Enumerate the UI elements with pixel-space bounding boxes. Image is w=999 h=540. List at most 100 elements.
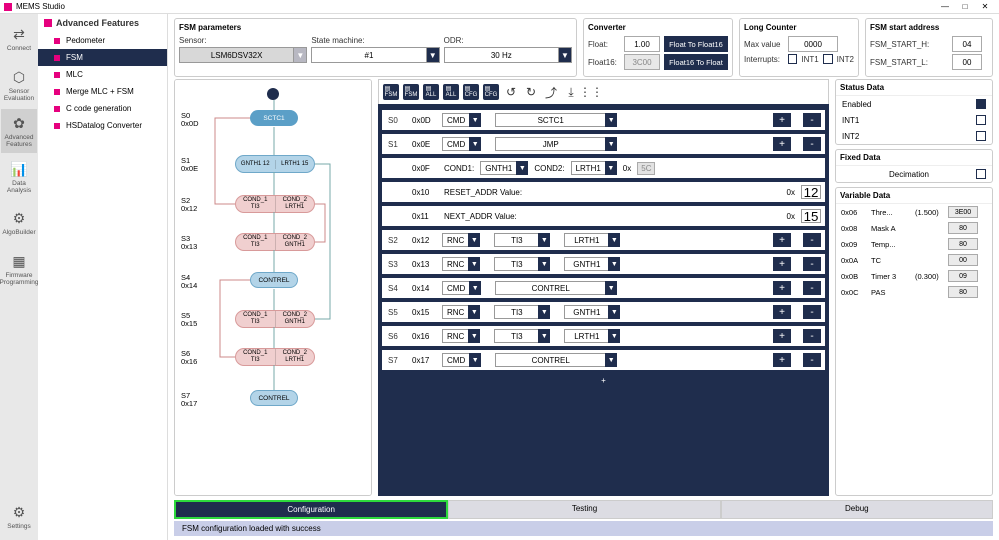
remove-button[interactable]: - bbox=[803, 257, 821, 271]
dropdown[interactable]: TI3▼ bbox=[494, 233, 550, 247]
dropdown[interactable]: RNC▼ bbox=[442, 233, 480, 247]
sidebar-item-mlc[interactable]: MLC bbox=[38, 66, 167, 83]
int2-checkbox[interactable] bbox=[823, 54, 833, 64]
flow-node[interactable]: CONTREL bbox=[250, 272, 298, 288]
sidebar-item-merge-mlc-fsm[interactable]: Merge MLC + FSM bbox=[38, 83, 167, 100]
flow-node[interactable]: COND_1 TI3COND_2 GNTH1 bbox=[235, 310, 315, 328]
status-checkbox[interactable] bbox=[976, 131, 986, 141]
dropdown[interactable]: RNC▼ bbox=[442, 305, 480, 319]
remove-button[interactable]: - bbox=[803, 353, 821, 367]
float16-to-float-button[interactable]: Float16 To Float bbox=[664, 54, 728, 70]
dropdown[interactable]: JMP▼ bbox=[495, 137, 617, 151]
rail-item-advanced-features[interactable]: ✿Advanced Features bbox=[1, 109, 37, 153]
dropdown[interactable]: LRTH1▼ bbox=[564, 233, 620, 247]
int1-checkbox[interactable] bbox=[788, 54, 798, 64]
dropdown[interactable]: TI3▼ bbox=[494, 329, 550, 343]
window-minimize-button[interactable]: — bbox=[935, 2, 955, 11]
add-button[interactable]: + bbox=[773, 137, 791, 151]
dropdown[interactable]: TI3▼ bbox=[494, 305, 550, 319]
remove-button[interactable]: - bbox=[803, 113, 821, 127]
sensor-select[interactable]: LSM6DSV32X ▼ bbox=[179, 47, 307, 63]
add-button[interactable]: + bbox=[773, 329, 791, 343]
add-button[interactable]: + bbox=[773, 353, 791, 367]
dropdown[interactable]: CONTREL▼ bbox=[495, 353, 617, 367]
dropdown[interactable]: RNC▼ bbox=[442, 257, 480, 271]
variable-value-input[interactable]: 3E00 bbox=[948, 206, 978, 218]
toolbar-button-8[interactable]: ⤴ bbox=[543, 84, 559, 100]
float-input[interactable] bbox=[624, 36, 660, 52]
odr-select[interactable]: 30 Hz ▼ bbox=[444, 47, 572, 63]
remove-button[interactable]: - bbox=[803, 305, 821, 319]
dropdown[interactable]: CMD▼ bbox=[442, 113, 481, 127]
state-machine-select[interactable]: #1 ▼ bbox=[311, 47, 439, 63]
float16-input[interactable] bbox=[624, 54, 660, 70]
toolbar-button-3[interactable]: ▤ALL bbox=[443, 84, 459, 100]
window-close-button[interactable]: ✕ bbox=[975, 2, 995, 11]
variable-value-input[interactable]: 00 bbox=[948, 254, 978, 266]
dropdown[interactable]: GNTH1▼ bbox=[480, 161, 528, 175]
add-button[interactable]: + bbox=[773, 257, 791, 271]
variable-value-input[interactable]: 80 bbox=[948, 286, 978, 298]
sidebar-item-pedometer[interactable]: Pedometer bbox=[38, 32, 167, 49]
dropdown[interactable]: RNC▼ bbox=[442, 329, 480, 343]
sidebar-item-fsm[interactable]: FSM bbox=[38, 49, 167, 66]
toolbar-button-7[interactable]: ↻ bbox=[523, 84, 539, 100]
addr-value-input[interactable] bbox=[801, 185, 821, 199]
add-button[interactable]: + bbox=[773, 305, 791, 319]
dropdown[interactable]: LRTH1▼ bbox=[571, 161, 617, 175]
tab-debug[interactable]: Debug bbox=[721, 500, 993, 519]
add-step-button[interactable]: + bbox=[382, 374, 825, 387]
add-button[interactable]: + bbox=[773, 113, 791, 127]
decimation-checkbox[interactable] bbox=[976, 169, 986, 179]
variable-value-input[interactable]: 80 bbox=[948, 238, 978, 250]
dropdown[interactable]: GNTH1▼ bbox=[564, 305, 620, 319]
flow-node[interactable]: COND_1 TI3COND_2 LRTH1 bbox=[235, 348, 315, 366]
tab-testing[interactable]: Testing bbox=[448, 500, 720, 519]
rail-item-connect[interactable]: ⇄Connect bbox=[1, 17, 37, 61]
add-button[interactable]: + bbox=[773, 233, 791, 247]
dropdown[interactable]: SCTC1▼ bbox=[495, 113, 617, 127]
variable-value-input[interactable]: 09 bbox=[948, 270, 978, 282]
dropdown[interactable]: TI3▼ bbox=[494, 257, 550, 271]
dropdown[interactable]: CONTREL▼ bbox=[495, 281, 617, 295]
flow-node[interactable]: COND_1 TI3COND_2 LRTH1 bbox=[235, 195, 315, 213]
dropdown[interactable]: CMD▼ bbox=[442, 137, 481, 151]
toolbar-button-4[interactable]: ▤CFG bbox=[463, 84, 479, 100]
window-maximize-button[interactable]: □ bbox=[955, 2, 975, 11]
remove-button[interactable]: - bbox=[803, 329, 821, 343]
start-h-input[interactable] bbox=[952, 36, 982, 52]
tab-configuration[interactable]: Configuration bbox=[174, 500, 448, 519]
flow-node[interactable]: CONTREL bbox=[250, 390, 298, 406]
dropdown[interactable]: GNTH1▼ bbox=[564, 257, 620, 271]
toolbar-button-5[interactable]: ▤CFG bbox=[483, 84, 499, 100]
status-checkbox[interactable] bbox=[976, 99, 986, 109]
sidebar-item-c-code-generation[interactable]: C code generation bbox=[38, 100, 167, 117]
remove-button[interactable]: - bbox=[803, 281, 821, 295]
status-checkbox[interactable] bbox=[976, 115, 986, 125]
dropdown[interactable]: CMD▼ bbox=[442, 353, 481, 367]
variable-value-input[interactable]: 80 bbox=[948, 222, 978, 234]
dropdown[interactable]: LRTH1▼ bbox=[564, 329, 620, 343]
remove-button[interactable]: - bbox=[803, 137, 821, 151]
rail-item-sensor-evaluation[interactable]: ⬡Sensor Evaluation bbox=[1, 63, 37, 107]
flow-node[interactable]: GNTH1 12LRTH1 15 bbox=[235, 155, 315, 173]
max-value-input[interactable] bbox=[788, 36, 838, 52]
flow-node[interactable]: COND_1 TI3COND_2 GNTH1 bbox=[235, 233, 315, 251]
toolbar-button-0[interactable]: ▤FSM bbox=[383, 84, 399, 100]
addr-value-input[interactable] bbox=[801, 209, 821, 223]
rail-item-algobuilder[interactable]: ⚙AlgoBuilder bbox=[1, 201, 37, 245]
rail-item-settings[interactable]: ⚙Settings bbox=[1, 495, 37, 539]
remove-button[interactable]: - bbox=[803, 233, 821, 247]
rail-item-firmware-programming[interactable]: ▦Firmware Programming bbox=[1, 247, 37, 291]
add-button[interactable]: + bbox=[773, 281, 791, 295]
flow-node[interactable]: SCTC1 bbox=[250, 110, 298, 126]
toolbar-button-1[interactable]: ▤FSM bbox=[403, 84, 419, 100]
dropdown[interactable]: CMD▼ bbox=[442, 281, 481, 295]
float-to-float16-button[interactable]: Float To Float16 bbox=[664, 36, 728, 52]
rail-item-data-analysis[interactable]: 📊Data Analysis bbox=[1, 155, 37, 199]
toolbar-button-10[interactable]: ⋮⋮ bbox=[583, 84, 599, 100]
sidebar-item-hsdatalog-converter[interactable]: HSDatalog Converter bbox=[38, 117, 167, 134]
toolbar-button-6[interactable]: ↺ bbox=[503, 84, 519, 100]
toolbar-button-2[interactable]: ▤ALL bbox=[423, 84, 439, 100]
toolbar-button-9[interactable]: ⤓ bbox=[563, 84, 579, 100]
